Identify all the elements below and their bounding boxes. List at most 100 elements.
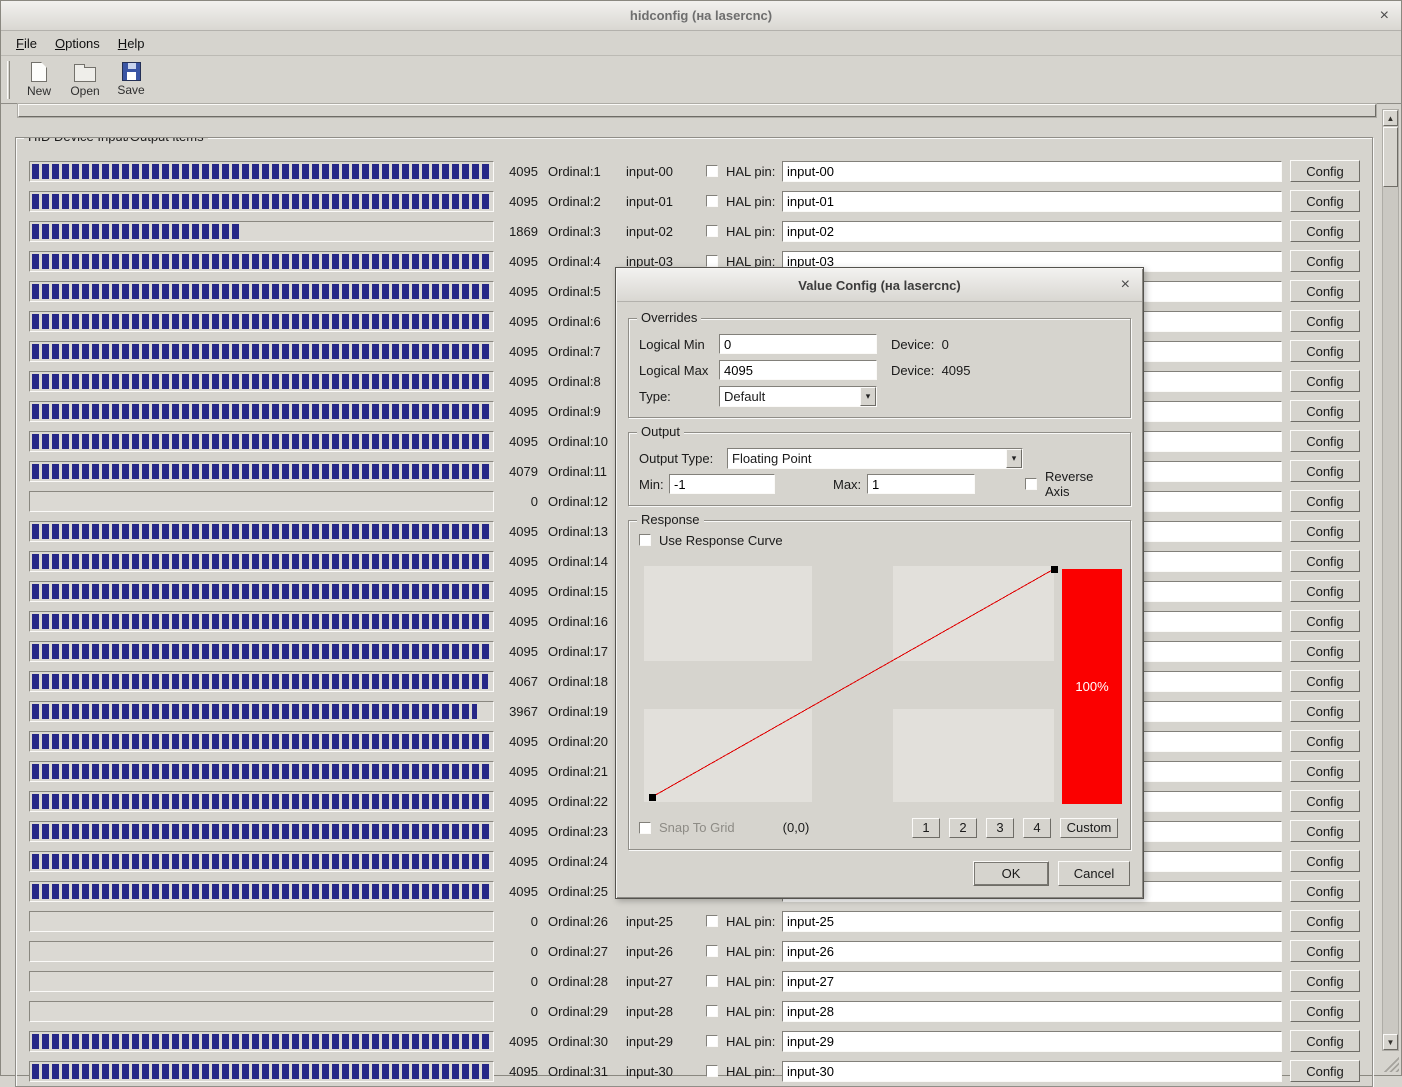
snap-to-grid-checkbox[interactable]: [639, 821, 651, 834]
config-button[interactable]: Config: [1290, 970, 1360, 992]
horizontal-scrollbar[interactable]: [17, 103, 1377, 118]
config-button[interactable]: Config: [1290, 220, 1360, 242]
dropdown-arrow-icon[interactable]: ▾: [860, 386, 876, 406]
config-button[interactable]: Config: [1290, 640, 1360, 662]
dialog-titlebar[interactable]: Value Config (на lasercnc) ×: [617, 269, 1142, 302]
config-button[interactable]: Config: [1290, 1000, 1360, 1022]
device-value: 4095: [509, 883, 538, 899]
config-button[interactable]: Config: [1290, 1060, 1360, 1082]
config-button[interactable]: Config: [1290, 700, 1360, 722]
level-bar: [29, 730, 494, 752]
config-button[interactable]: Config: [1290, 850, 1360, 872]
config-button[interactable]: Config: [1290, 160, 1360, 182]
hal-pin-input[interactable]: [782, 940, 1282, 962]
ok-button[interactable]: OK: [973, 861, 1049, 886]
config-button[interactable]: Config: [1290, 610, 1360, 632]
level-bar-fill: [32, 643, 491, 659]
open-button[interactable]: Open: [62, 58, 108, 102]
hal-pin-checkbox[interactable]: [706, 915, 718, 927]
scroll-down-icon[interactable]: ▼: [1383, 1034, 1398, 1050]
level-bar: [29, 1030, 494, 1052]
curve-handle-end[interactable]: [1051, 566, 1058, 573]
hal-pin-checkbox[interactable]: [706, 975, 718, 987]
hal-pin-checkbox[interactable]: [706, 225, 718, 237]
logical-max-input[interactable]: [719, 360, 877, 380]
vertical-scrollbar[interactable]: ▲ ▼: [1382, 109, 1399, 1051]
hal-pin-input[interactable]: [782, 970, 1282, 992]
config-button[interactable]: Config: [1290, 1030, 1360, 1052]
config-button[interactable]: Config: [1290, 400, 1360, 422]
curve-point-3-button[interactable]: 3: [986, 817, 1014, 838]
output-min-input[interactable]: [669, 474, 775, 494]
use-response-curve-checkbox[interactable]: [639, 534, 651, 546]
dialog-close-button[interactable]: ×: [1121, 277, 1130, 293]
hal-pin-label: HAL pin:: [726, 223, 776, 239]
config-button[interactable]: Config: [1290, 430, 1360, 452]
curve-point-4-button[interactable]: 4: [1023, 817, 1051, 838]
config-button[interactable]: Config: [1290, 580, 1360, 602]
curve-point-1-button[interactable]: 1: [912, 817, 940, 838]
config-button[interactable]: Config: [1290, 490, 1360, 512]
level-bar-fill: [32, 1033, 491, 1049]
level-bar-fill: [32, 403, 491, 419]
curve-handle-start[interactable]: [649, 794, 656, 801]
config-button[interactable]: Config: [1290, 760, 1360, 782]
config-button[interactable]: Config: [1290, 730, 1360, 752]
hal-pin-checkbox[interactable]: [706, 1065, 718, 1077]
type-row: Type: Default ▾: [639, 383, 1120, 409]
horizontal-scrollbar-thumb[interactable]: [18, 104, 1376, 117]
reverse-axis-checkbox[interactable]: [1025, 478, 1037, 490]
config-button[interactable]: Config: [1290, 520, 1360, 542]
config-button[interactable]: Config: [1290, 790, 1360, 812]
menu-file[interactable]: File: [7, 33, 46, 54]
new-button[interactable]: New: [16, 58, 62, 102]
curve-custom-button[interactable]: Custom: [1060, 817, 1118, 838]
config-button[interactable]: Config: [1290, 670, 1360, 692]
config-button[interactable]: Config: [1290, 880, 1360, 902]
hal-pin-checkbox[interactable]: [706, 255, 718, 267]
resize-grip-icon[interactable]: [1382, 1055, 1399, 1072]
output-max-input[interactable]: [867, 474, 975, 494]
config-button[interactable]: Config: [1290, 370, 1360, 392]
hal-pin-checkbox[interactable]: [706, 165, 718, 177]
hal-pin-input[interactable]: [782, 1030, 1282, 1052]
config-button[interactable]: Config: [1290, 280, 1360, 302]
scroll-up-icon[interactable]: ▲: [1383, 110, 1398, 126]
hal-pin-input[interactable]: [782, 910, 1282, 932]
hal-pin-input[interactable]: [782, 1000, 1282, 1022]
toolbar-drag-handle[interactable]: [7, 60, 10, 99]
hal-pin-checkbox[interactable]: [706, 945, 718, 957]
config-button[interactable]: Config: [1290, 550, 1360, 572]
level-bar: [29, 310, 494, 332]
hal-pin-checkbox[interactable]: [706, 1005, 718, 1017]
hal-pin-input[interactable]: [782, 190, 1282, 212]
hal-pin-input[interactable]: [782, 1060, 1282, 1082]
config-button[interactable]: Config: [1290, 820, 1360, 842]
save-button[interactable]: Save: [108, 58, 154, 102]
config-button[interactable]: Config: [1290, 310, 1360, 332]
config-button[interactable]: Config: [1290, 940, 1360, 962]
ordinal-label: Ordinal:29: [548, 1003, 608, 1019]
hal-pin-input[interactable]: [782, 160, 1282, 182]
curve-point-2-button[interactable]: 2: [949, 817, 977, 838]
type-dropdown[interactable]: Default ▾: [719, 385, 877, 407]
window-close-button[interactable]: ×: [1380, 7, 1389, 24]
menu-options[interactable]: Options: [46, 33, 109, 54]
dropdown-arrow-icon[interactable]: ▾: [1006, 448, 1022, 468]
hal-pin-checkbox[interactable]: [706, 195, 718, 207]
hal-pin-input[interactable]: [782, 220, 1282, 242]
window-titlebar[interactable]: hidconfig (на lasercnc) ×: [1, 1, 1401, 31]
config-button[interactable]: Config: [1290, 250, 1360, 272]
output-type-dropdown[interactable]: Floating Point ▾: [727, 447, 1023, 469]
config-button[interactable]: Config: [1290, 460, 1360, 482]
config-button[interactable]: Config: [1290, 340, 1360, 362]
io-row: 0 Ordinal:29 input-28 HAL pin: Config: [29, 996, 1360, 1026]
hal-pin-checkbox[interactable]: [706, 1035, 718, 1047]
vertical-scrollbar-thumb[interactable]: [1383, 127, 1398, 187]
cancel-button[interactable]: Cancel: [1058, 861, 1130, 886]
config-button[interactable]: Config: [1290, 910, 1360, 932]
response-curve-area[interactable]: 100%: [641, 559, 1124, 809]
config-button[interactable]: Config: [1290, 190, 1360, 212]
logical-min-input[interactable]: [719, 334, 877, 354]
menu-help[interactable]: Help: [109, 33, 154, 54]
